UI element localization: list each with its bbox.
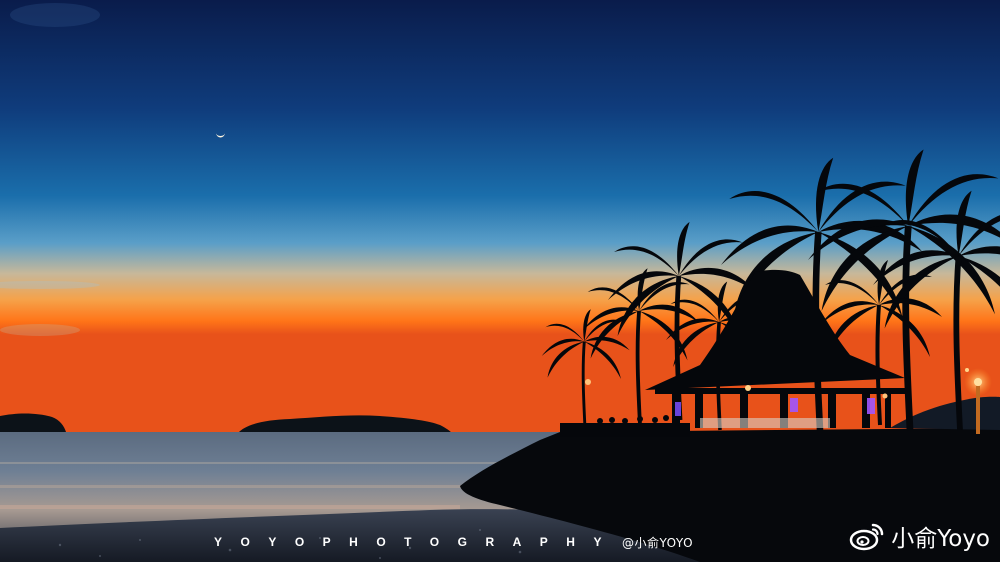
sunset-scene-art — [0, 0, 1000, 562]
watermark-brand-text: YOYOPHOTOGRAPHY — [214, 535, 620, 549]
weibo-signature: 小俞Yoyo — [849, 518, 990, 554]
photography-watermark: YOYOPHOTOGRAPHY @小俞YOYO — [214, 532, 693, 552]
sunset-photo: YOYOPHOTOGRAPHY @小俞YOYO 小俞Yoyo — [0, 0, 1000, 562]
watermark-handle: @小俞YOYO — [621, 535, 694, 550]
weibo-name: 小俞Yoyo — [891, 526, 990, 552]
weibo-logo-icon — [850, 523, 884, 551]
